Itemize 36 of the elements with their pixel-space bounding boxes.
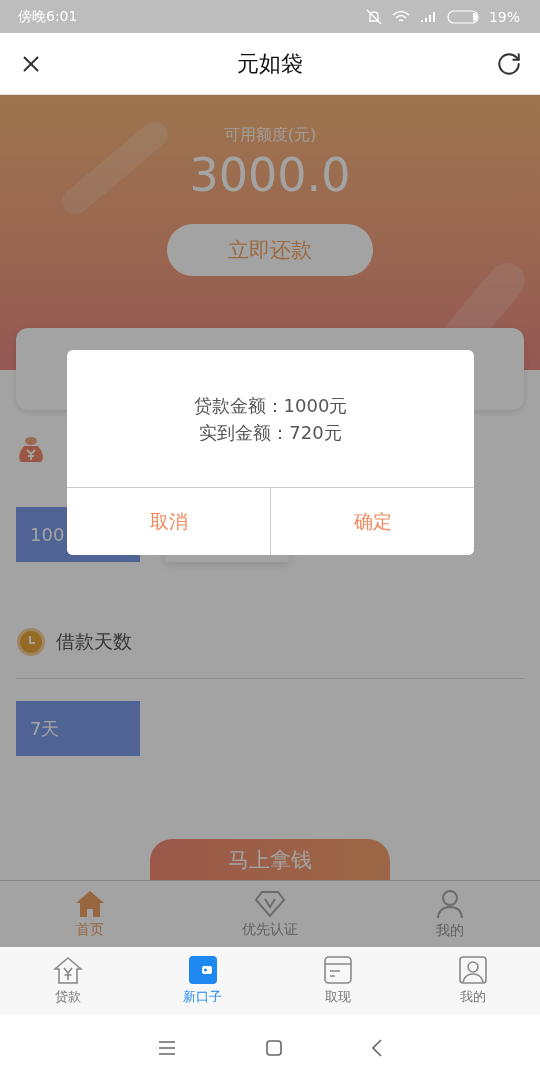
app-tab[interactable]: 取现 [270, 947, 405, 1015]
money-bag-icon [16, 436, 46, 464]
bell-off-icon [365, 8, 382, 25]
app-tab[interactable]: 我的 [405, 947, 540, 1015]
credit-label: 可用额度(元) [223, 125, 317, 146]
diamond-icon [254, 890, 286, 918]
back-icon[interactable] [372, 1038, 382, 1057]
app-tab[interactable]: 新口子 [135, 947, 270, 1015]
battery-percent: 19% [488, 8, 520, 25]
app-tab[interactable]: 贷款 [0, 947, 135, 1015]
card-icon [323, 956, 352, 984]
dialog-text: 实到金额：720元 [199, 420, 342, 445]
menu-icon[interactable] [158, 1040, 176, 1055]
page-title: 元如袋 [237, 49, 303, 78]
tab-label[interactable]: 我的 [436, 922, 464, 940]
refresh-icon[interactable] [496, 50, 522, 77]
dialog-text: 贷款金额：1000元 [193, 393, 348, 418]
wifi-icon [391, 9, 410, 24]
clock-icon [16, 626, 46, 657]
signal-icon [419, 10, 437, 23]
wallet-icon [188, 956, 217, 984]
home-icon [75, 890, 105, 918]
credit-amount: 3000.0 [189, 148, 351, 202]
section-label: 借款天数 [56, 628, 132, 654]
tab-label[interactable]: 优先认证 [242, 921, 298, 939]
portrait-icon [458, 956, 487, 984]
dialog-button[interactable]: 确定 [270, 488, 474, 555]
home-square-icon[interactable] [266, 1039, 282, 1056]
battery-icon [446, 9, 479, 24]
house-yen-icon [52, 956, 83, 984]
repay-button[interactable]: 立即还款 [167, 224, 373, 276]
tab-label[interactable]: 首页 [76, 921, 104, 939]
status-time: 傍晚6:01 [18, 7, 78, 26]
get-money-button[interactable]: 马上拿钱 [150, 839, 390, 880]
option-chip[interactable]: 7天 [16, 701, 140, 756]
user-icon [436, 889, 464, 919]
